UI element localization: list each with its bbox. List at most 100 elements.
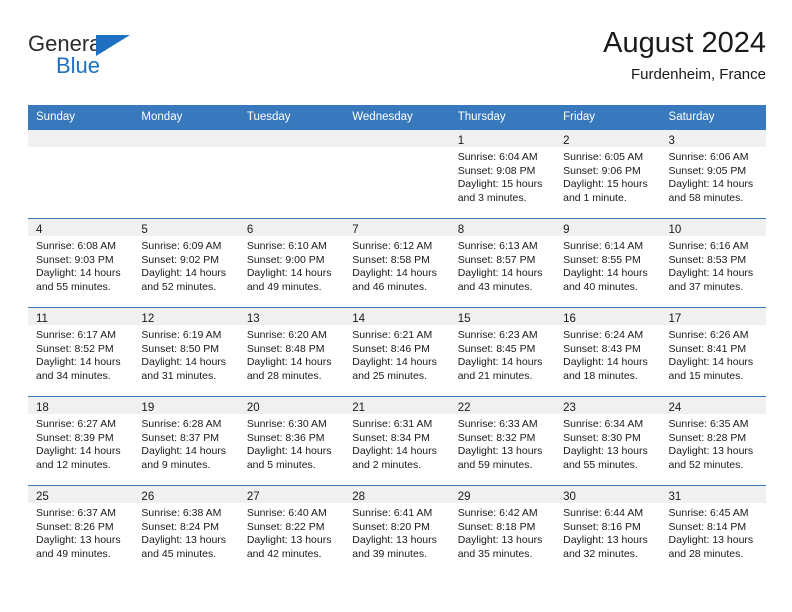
day-detail-block: Sunrise: 6:33 AM Sunset: 8:32 PM Daylight:… <box>450 414 555 472</box>
calendar-cell-day[interactable]: 20 Sunrise: 6:30 AM Sunset: 8:36 PM Dayligh… <box>238 396 345 486</box>
day-number-band: 26 <box>133 486 239 503</box>
calendar-cell-empty <box>133 129 239 219</box>
calendar-cell-day[interactable]: 14 Sunrise: 6:21 AM Sunset: 8:46 PM Dayligh… <box>344 307 450 397</box>
sunrise-line: Sunrise: 6:19 AM <box>141 329 222 341</box>
day-detail-block: Sunrise: 6:09 AM Sunset: 9:02 PM Daylight:… <box>133 236 238 294</box>
calendar-cell-day[interactable]: 13 Sunrise: 6:20 AM Sunset: 8:48 PM Dayligh… <box>238 307 345 397</box>
calendar-cell-day[interactable]: 2 Sunrise: 6:05 AM Sunset: 9:06 PM Daylight… <box>555 129 661 219</box>
day-number-band: 9 <box>555 219 661 236</box>
sunrise-line: Sunrise: 6:45 AM <box>668 507 749 519</box>
day-detail-block: Sunrise: 6:28 AM Sunset: 8:37 PM Daylight:… <box>133 414 238 472</box>
day-number: 29 <box>457 491 471 503</box>
calendar-cell-day[interactable]: 15 Sunrise: 6:23 AM Sunset: 8:45 PM Dayligh… <box>449 307 556 397</box>
day-detail-block: Sunrise: 6:41 AM Sunset: 8:20 PM Daylight:… <box>344 503 449 561</box>
day-number-band-empty <box>238 130 345 147</box>
day-detail-block: Sunrise: 6:05 AM Sunset: 9:06 PM Daylight:… <box>555 147 660 205</box>
calendar-cell-day[interactable]: 23 Sunrise: 6:34 AM Sunset: 8:30 PM Dayligh… <box>555 396 661 486</box>
day-detail-block: Sunrise: 6:31 AM Sunset: 8:34 PM Daylight:… <box>344 414 449 472</box>
calendar-cell-day[interactable]: 11 Sunrise: 6:17 AM Sunset: 8:52 PM Dayligh… <box>28 307 134 397</box>
daylight-line-cont: and 28 minutes. <box>668 547 744 560</box>
calendar-cell-day[interactable]: 10 Sunrise: 6:16 AM Sunset: 8:53 PM Dayligh… <box>660 218 766 308</box>
day-number: 16 <box>563 313 576 325</box>
calendar-cell-day[interactable]: 30 Sunrise: 6:44 AM Sunset: 8:16 PM Dayligh… <box>555 485 661 575</box>
brand-blue-text: Blue <box>56 53 101 78</box>
calendar-cell-day[interactable]: 8 Sunrise: 6:13 AM Sunset: 8:57 PM Daylight… <box>449 218 556 308</box>
day-number: 10 <box>668 224 682 236</box>
day-detail-block: Sunrise: 6:04 AM Sunset: 9:08 PM Daylight:… <box>450 147 555 205</box>
calendar-cell-day[interactable]: 12 Sunrise: 6:19 AM Sunset: 8:50 PM Dayligh… <box>133 307 239 397</box>
daylight-line-cont: and 18 minutes. <box>563 369 638 382</box>
daylight-line: Daylight: 14 hours <box>457 267 543 280</box>
daylight-line-cont: and 1 minute. <box>563 191 627 204</box>
calendar-cell-day[interactable]: 19 Sunrise: 6:28 AM Sunset: 8:37 PM Dayligh… <box>133 396 239 486</box>
weekday-header-monday: Monday <box>133 105 239 130</box>
sunrise-line: Sunrise: 6:27 AM <box>36 418 116 430</box>
calendar-cell-day[interactable]: 7 Sunrise: 6:12 AM Sunset: 8:58 PM Daylight… <box>344 218 450 308</box>
daylight-line-cont: and 2 minutes. <box>352 458 422 471</box>
day-number: 17 <box>668 313 682 325</box>
day-number-band-empty <box>344 130 450 147</box>
sunrise-line: Sunrise: 6:12 AM <box>352 240 433 252</box>
daylight-line-cont: and 40 minutes. <box>563 280 638 293</box>
calendar-cell-empty <box>238 129 345 219</box>
sunset-line: Sunset: 9:08 PM <box>457 164 536 177</box>
sunrise-line: Sunrise: 6:40 AM <box>246 507 327 519</box>
brand-logo[interactable]: General Blue <box>28 32 158 84</box>
calendar-cell-day[interactable]: 27 Sunrise: 6:40 AM Sunset: 8:22 PM Dayligh… <box>238 485 345 575</box>
calendar-cell-day[interactable]: 28 Sunrise: 6:41 AM Sunset: 8:20 PM Dayligh… <box>344 485 450 575</box>
sunrise-line: Sunrise: 6:37 AM <box>36 507 116 519</box>
calendar-cell-day[interactable]: 31 Sunrise: 6:45 AM Sunset: 8:14 PM Dayligh… <box>660 485 766 575</box>
day-number: 23 <box>563 402 576 414</box>
day-number-band: 27 <box>238 486 345 503</box>
day-detail-block: Sunrise: 6:08 AM Sunset: 9:03 PM Daylight:… <box>28 236 133 294</box>
sunset-line: Sunset: 8:37 PM <box>141 431 220 444</box>
day-detail-block: Sunrise: 6:13 AM Sunset: 8:57 PM Daylight:… <box>450 236 555 294</box>
calendar-cell-empty <box>28 129 134 219</box>
day-number-band: 4 <box>28 219 134 236</box>
calendar-cell-day[interactable]: 18 Sunrise: 6:27 AM Sunset: 8:39 PM Dayligh… <box>28 396 134 486</box>
day-detail-block: Sunrise: 6:21 AM Sunset: 8:46 PM Daylight:… <box>344 325 449 383</box>
calendar-cell-day[interactable]: 9 Sunrise: 6:14 AM Sunset: 8:55 PM Daylight… <box>555 218 661 308</box>
calendar-cell-day[interactable]: 22 Sunrise: 6:33 AM Sunset: 8:32 PM Dayligh… <box>449 396 556 486</box>
sunrise-line: Sunrise: 6:13 AM <box>457 240 538 252</box>
sunrise-line: Sunrise: 6:30 AM <box>246 418 327 430</box>
calendar-cell-day[interactable]: 6 Sunrise: 6:10 AM Sunset: 9:00 PM Daylight… <box>238 218 345 308</box>
brand-triangle-icon <box>96 35 130 56</box>
calendar-cell-day[interactable]: 16 Sunrise: 6:24 AM Sunset: 8:43 PM Dayligh… <box>555 307 661 397</box>
calendar-cell-day[interactable]: 21 Sunrise: 6:31 AM Sunset: 8:34 PM Dayligh… <box>344 396 450 486</box>
day-number: 3 <box>668 135 675 147</box>
sunset-line: Sunset: 8:41 PM <box>668 342 747 355</box>
sunset-line: Sunset: 8:39 PM <box>36 431 114 444</box>
calendar-cell-day[interactable]: 25 Sunrise: 6:37 AM Sunset: 8:26 PM Dayligh… <box>28 485 134 575</box>
calendar-cell-day[interactable]: 29 Sunrise: 6:42 AM Sunset: 8:18 PM Dayligh… <box>449 485 556 575</box>
daylight-line-cont: and 25 minutes. <box>352 369 427 382</box>
day-detail-block: Sunrise: 6:37 AM Sunset: 8:26 PM Daylight:… <box>28 503 133 561</box>
daylight-line-cont: and 46 minutes. <box>352 280 427 293</box>
day-number-band: 19 <box>133 397 239 414</box>
calendar-cell-day[interactable]: 17 Sunrise: 6:26 AM Sunset: 8:41 PM Dayligh… <box>660 307 766 397</box>
daylight-line-cont: and 28 minutes. <box>246 369 322 382</box>
sunset-line: Sunset: 8:46 PM <box>352 342 430 355</box>
calendar-cell-day[interactable]: 3 Sunrise: 6:06 AM Sunset: 9:05 PM Daylight… <box>660 129 766 219</box>
day-number-band-empty <box>28 130 134 147</box>
calendar-cell-day[interactable]: 4 Sunrise: 6:08 AM Sunset: 9:03 PM Daylight… <box>28 218 134 308</box>
calendar-cell-day[interactable]: 24 Sunrise: 6:35 AM Sunset: 8:28 PM Dayligh… <box>660 396 766 486</box>
daylight-line: Daylight: 13 hours <box>563 445 648 458</box>
sunrise-line: Sunrise: 6:44 AM <box>563 507 644 519</box>
day-number-band: 16 <box>555 308 661 325</box>
sunset-line: Sunset: 8:36 PM <box>246 431 325 444</box>
calendar-cell-day[interactable]: 1 Sunrise: 6:04 AM Sunset: 9:08 PM Daylight… <box>449 129 556 219</box>
daylight-line: Daylight: 14 hours <box>246 445 332 458</box>
sunrise-line: Sunrise: 6:09 AM <box>141 240 222 252</box>
daylight-line: Daylight: 14 hours <box>141 356 227 369</box>
day-number-band: 1 <box>449 130 556 147</box>
day-number: 21 <box>352 402 366 414</box>
day-detail-block: Sunrise: 6:42 AM Sunset: 8:18 PM Daylight:… <box>450 503 555 561</box>
daylight-line: Daylight: 15 hours <box>457 178 543 191</box>
calendar-cell-day[interactable]: 26 Sunrise: 6:38 AM Sunset: 8:24 PM Dayligh… <box>133 485 239 575</box>
daylight-line: Daylight: 14 hours <box>457 356 543 369</box>
calendar-cell-day[interactable]: 5 Sunrise: 6:09 AM Sunset: 9:02 PM Daylight… <box>133 218 239 308</box>
sunset-line: Sunset: 8:53 PM <box>668 253 747 266</box>
day-detail-block: Sunrise: 6:19 AM Sunset: 8:50 PM Daylight:… <box>133 325 238 383</box>
day-number-band: 28 <box>344 486 450 503</box>
